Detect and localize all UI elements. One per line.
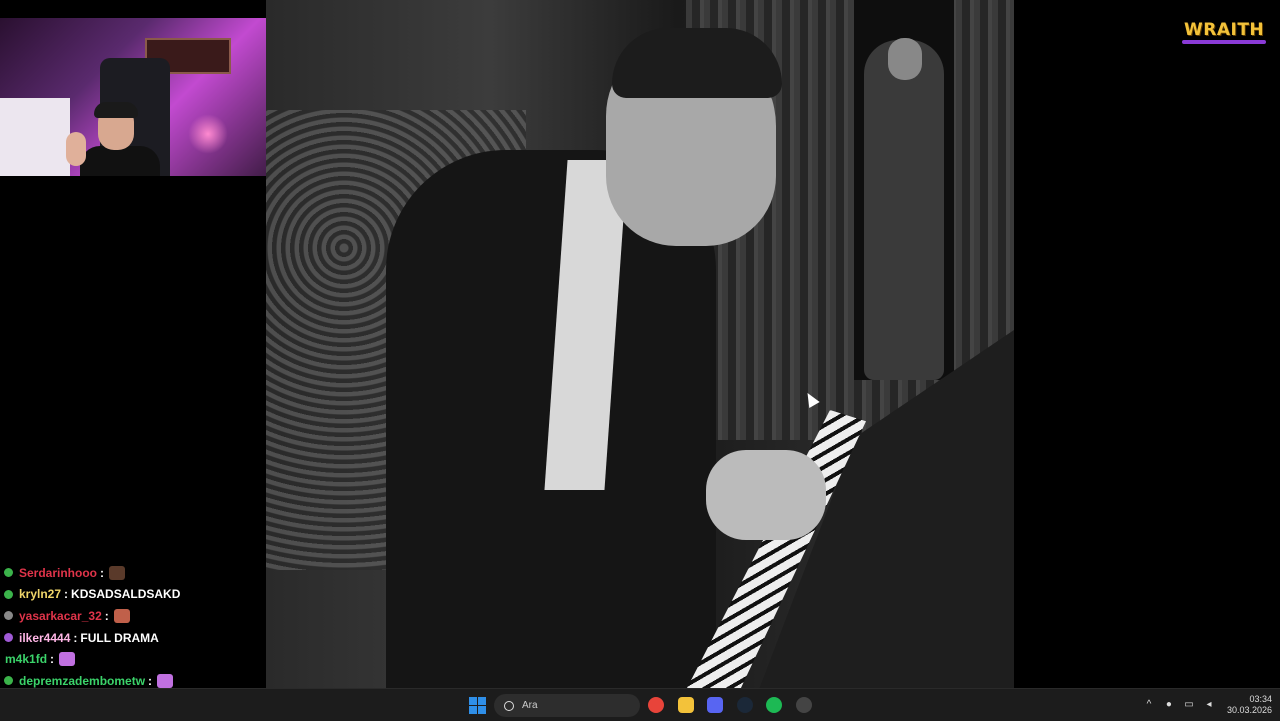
chrome-icon[interactable] (648, 697, 664, 713)
chat-separator: : (100, 565, 105, 580)
obs-icon[interactable] (796, 697, 812, 713)
chat-message: yasarkacar_32: (0, 605, 266, 627)
chat-emote-icon (59, 652, 76, 667)
chat-separator: : (64, 587, 69, 602)
chat-username[interactable]: m4k1fd (5, 652, 47, 666)
chat-message: m4k1fd: (0, 648, 266, 670)
main-photo (266, 0, 1014, 688)
chat-badge-icon (4, 611, 13, 621)
chat-badge-icon (4, 676, 13, 686)
wraith-logo: WRAITH (1178, 18, 1268, 46)
clock[interactable]: 03:34 30.03.2026 (1227, 694, 1272, 716)
steam-icon[interactable] (737, 697, 753, 713)
webcam-light (188, 114, 228, 154)
chat-username[interactable]: ilker4444 (19, 631, 70, 645)
taskbar: Ara ^ ● ▭ ◂ 03:34 30.03.2026 (0, 688, 1280, 721)
chat-username[interactable]: yasarkacar_32 (19, 609, 102, 623)
file-explorer-icon[interactable] (678, 697, 694, 713)
chat-separator: : (104, 608, 109, 623)
webcam-shelf (0, 98, 70, 176)
spotify-icon[interactable] (766, 697, 782, 713)
webcam-streamer-headset (94, 102, 138, 118)
windows-start-icon[interactable] (469, 697, 486, 714)
chat-emote-icon (109, 565, 126, 580)
photo-pianist-hands (706, 450, 826, 540)
chat-overlay: Serdarinhooo: kryln27: KDSADSALDSAKD yasark… (0, 562, 266, 692)
search-placeholder: Ara (522, 700, 538, 711)
chat-username[interactable]: depremzadembometw (19, 674, 145, 688)
chat-separator: : (73, 630, 78, 645)
photo-woman-figure (864, 40, 944, 380)
volume-icon[interactable]: ◂ (1204, 700, 1214, 710)
webcam-overlay (0, 18, 276, 176)
chat-separator: : (50, 652, 55, 667)
logo-text: WRAITH (1184, 20, 1265, 40)
taskbar-search[interactable]: Ara (494, 694, 640, 717)
chevron-up-icon[interactable]: ^ (1144, 700, 1154, 710)
microphone-icon[interactable]: ● (1164, 700, 1174, 710)
chat-separator: : (148, 673, 153, 688)
chat-badge-icon (4, 589, 13, 599)
chat-text: KDSADSALDSAKD (71, 587, 181, 602)
photo-pianist-hair (612, 28, 782, 98)
chat-emote-icon (157, 673, 174, 688)
search-icon (504, 700, 514, 711)
webcam-streamer-body (80, 146, 160, 176)
system-tray: ^ ● ▭ ◂ 03:34 30.03.2026 (1139, 689, 1272, 721)
chat-username[interactable]: Serdarinhooo (19, 566, 97, 580)
discord-icon[interactable] (707, 697, 723, 713)
chat-badge-icon (4, 568, 13, 578)
chat-badge-icon (4, 633, 13, 643)
chat-text: FULL DRAMA (80, 630, 159, 645)
photo-woman-head (888, 38, 922, 80)
clock-date: 30.03.2026 (1226, 705, 1272, 715)
logo-underline (1182, 40, 1266, 44)
chat-message: Serdarinhooo: (0, 562, 266, 584)
chat-message: kryln27: KDSADSALDSAKD (0, 584, 266, 606)
chat-emote-icon (113, 608, 130, 623)
chat-message: ilker4444: FULL DRAMA (0, 627, 266, 649)
chat-username[interactable]: kryln27 (19, 587, 61, 601)
network-icon[interactable]: ▭ (1184, 700, 1194, 710)
clock-time: 03:34 (1249, 694, 1272, 704)
webcam-streamer-hand (66, 132, 86, 166)
